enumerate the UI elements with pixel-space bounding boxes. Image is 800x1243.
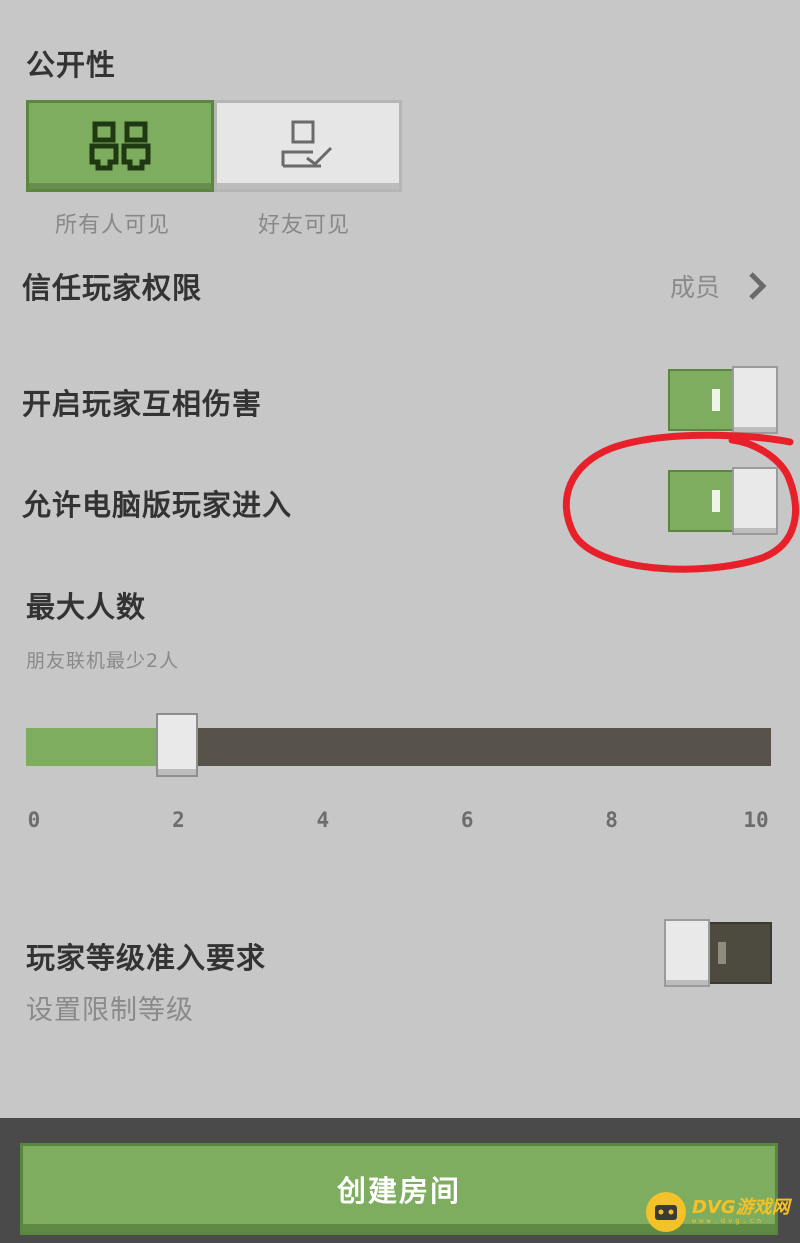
toggle-on-mark — [712, 389, 720, 411]
trusted-permissions-value: 成员 — [670, 273, 721, 302]
visibility-option-all-label: 所有人可见 — [55, 213, 171, 238]
slider-tick-label: 2 — [172, 808, 185, 832]
toggle-off-mark — [718, 942, 726, 964]
slider-tick-label: 4 — [316, 808, 330, 832]
gamepad-icon — [646, 1192, 686, 1232]
max-players-slider-fill — [26, 728, 178, 766]
visibility-option-friends-label: 好友可见 — [258, 213, 351, 238]
level-requirement-toggle-knob — [664, 919, 710, 987]
level-requirement-toggle[interactable] — [664, 919, 772, 987]
pvp-label: 开启玩家互相伤害 — [22, 387, 263, 421]
pc-players-label: 允许电脑版玩家进入 — [22, 488, 293, 522]
all-players-icon — [89, 121, 151, 171]
visibility-option-friends[interactable] — [214, 100, 402, 192]
slider-tick-label: 0 — [27, 808, 41, 832]
watermark-text: DVG游戏网 — [692, 1197, 790, 1218]
max-players-title: 最大人数 — [26, 590, 147, 624]
level-requirement-sublabel: 设置限制等级 — [26, 995, 194, 1026]
pvp-toggle-knob — [732, 366, 778, 434]
chevron-right-icon — [749, 272, 767, 300]
trusted-permissions-label: 信任玩家权限 — [22, 271, 203, 305]
pvp-toggle[interactable] — [668, 366, 778, 434]
visibility-title: 公开性 — [26, 48, 117, 82]
annotation-circle — [562, 431, 799, 573]
level-requirement-label: 玩家等级准入要求 — [26, 941, 267, 975]
watermark-logo: DVG游戏网 www.dvg.cn — [646, 1187, 796, 1237]
watermark-subtext: www.dvg.cn — [692, 1217, 765, 1225]
friend-check-icon — [281, 120, 333, 168]
slider-tick-label: 8 — [605, 808, 618, 832]
max-players-slider-knob[interactable] — [156, 713, 199, 777]
trusted-permissions-row[interactable]: 信任玩家权限 成员 — [0, 260, 800, 310]
slider-tick-label: 6 — [460, 808, 474, 832]
slider-tick-label: 10 — [743, 808, 769, 832]
visibility-option-all[interactable] — [26, 100, 214, 192]
max-players-hint: 朋友联机最少2人 — [26, 650, 180, 672]
